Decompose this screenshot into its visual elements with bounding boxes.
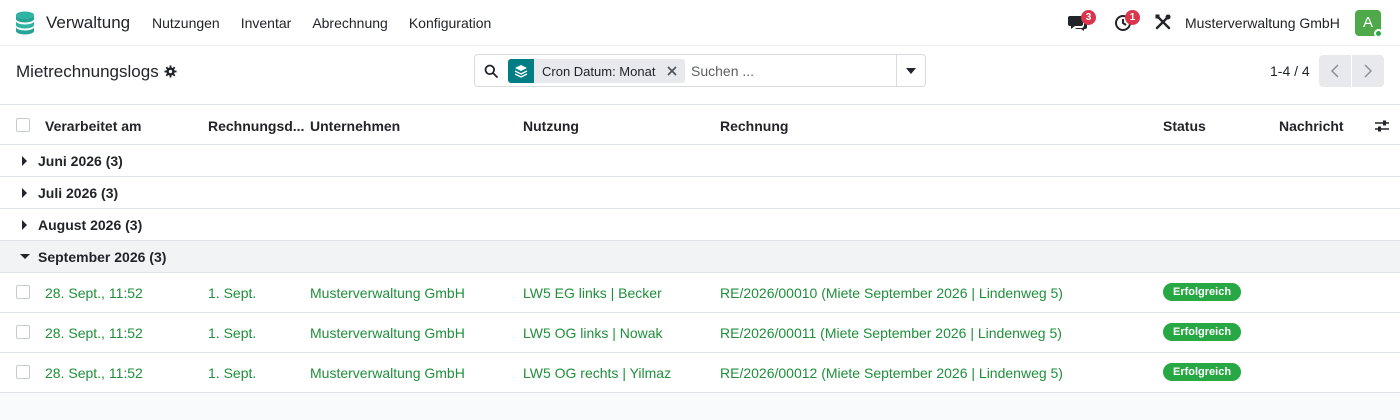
page-title: Mietrechnungslogs bbox=[16, 62, 159, 81]
table-row[interactable]: 28. Sept., 11:52 1. Sept. Musterverwaltu… bbox=[0, 273, 1400, 313]
invoice-cell: RE/2026/00010 (Miete September 2026 | Li… bbox=[720, 285, 1063, 301]
menu-item-konfiguration[interactable]: Konfiguration bbox=[409, 15, 492, 31]
usage-cell: LW5 EG links | Becker bbox=[523, 285, 662, 301]
company-cell: Musterverwaltung GmbH bbox=[310, 325, 465, 341]
caret-down-icon bbox=[906, 67, 916, 74]
group-label: August 2026 (3) bbox=[38, 217, 143, 233]
status-badge: Erfolgreich bbox=[1163, 363, 1242, 381]
column-header-message[interactable]: Nachricht bbox=[1279, 118, 1344, 134]
table-row[interactable]: 28. Sept., 11:52 1. Sept. Musterverwaltu… bbox=[0, 313, 1400, 353]
app-name[interactable]: Verwaltung bbox=[46, 13, 130, 33]
invoice-date-cell: 1. Sept. bbox=[208, 325, 257, 341]
database-stack-icon[interactable] bbox=[14, 11, 36, 35]
list-view: Verarbeitet am Rechnungsd... Unternehmen… bbox=[0, 104, 1400, 393]
row-checkbox[interactable] bbox=[16, 365, 30, 379]
company-switcher[interactable]: Musterverwaltung GmbH bbox=[1185, 15, 1340, 31]
company-cell: Musterverwaltung GmbH bbox=[310, 285, 465, 301]
column-header-status[interactable]: Status bbox=[1163, 118, 1206, 134]
top-navbar: Verwaltung Nutzungen Inventar Abrechnung… bbox=[0, 0, 1400, 46]
column-header-company[interactable]: Unternehmen bbox=[310, 118, 400, 134]
group-row-august[interactable]: August 2026 (3) bbox=[0, 209, 1400, 241]
group-label: Juni 2026 (3) bbox=[38, 153, 123, 169]
optional-columns-icon[interactable] bbox=[1374, 118, 1390, 134]
menu-item-nutzungen[interactable]: Nutzungen bbox=[152, 15, 220, 31]
group-row-juli[interactable]: Juli 2026 (3) bbox=[0, 177, 1400, 209]
processed-cell: 28. Sept., 11:52 bbox=[45, 365, 143, 381]
row-checkbox[interactable] bbox=[16, 285, 30, 299]
chevron-right-icon bbox=[1364, 64, 1372, 78]
invoice-cell: RE/2026/00011 (Miete September 2026 | Li… bbox=[720, 325, 1062, 341]
chevron-left-icon bbox=[1331, 64, 1339, 78]
invoice-date-cell: 1. Sept. bbox=[208, 365, 257, 381]
layers-icon bbox=[508, 59, 534, 83]
column-header-invoice[interactable]: Rechnung bbox=[720, 118, 788, 134]
caret-right-icon bbox=[22, 220, 27, 230]
column-header-usage[interactable]: Nutzung bbox=[523, 118, 579, 134]
group-row-september[interactable]: September 2026 (3) bbox=[0, 241, 1400, 273]
status-badge: Erfolgreich bbox=[1163, 283, 1242, 301]
group-label: Juli 2026 (3) bbox=[38, 185, 119, 201]
caret-right-icon bbox=[22, 188, 27, 198]
invoice-cell: RE/2026/00012 (Miete September 2026 | Li… bbox=[720, 365, 1063, 381]
tools-icon[interactable] bbox=[1154, 13, 1172, 31]
search-bar: Cron Datum: Monat bbox=[474, 54, 926, 87]
group-row-juni[interactable]: Juni 2026 (3) bbox=[0, 145, 1400, 177]
usage-cell: LW5 OG rechts | Yilmaz bbox=[523, 365, 672, 381]
online-status-dot bbox=[1374, 29, 1383, 38]
activities-count-badge: 1 bbox=[1125, 10, 1140, 25]
column-header-processed[interactable]: Verarbeitet am bbox=[45, 118, 142, 134]
caret-down-icon bbox=[20, 254, 30, 259]
table-row[interactable]: 28. Sept., 11:52 1. Sept. Musterverwaltu… bbox=[0, 353, 1400, 393]
search-input[interactable] bbox=[691, 61, 891, 81]
pager-previous-button[interactable] bbox=[1319, 55, 1351, 87]
facet-label: Cron Datum: Monat bbox=[542, 63, 656, 79]
control-panel: Mietrechnungslogs Cron Datum: Monat Such… bbox=[0, 46, 1400, 104]
status-badge: Erfolgreich bbox=[1163, 323, 1242, 341]
company-cell: Musterverwaltung GmbH bbox=[310, 365, 465, 381]
main-menu: Nutzungen Inventar Abrechnung Konfigurat… bbox=[152, 15, 512, 31]
pager-next-button[interactable] bbox=[1352, 55, 1384, 87]
pager-value[interactable]: 1-4 / 4 bbox=[1270, 63, 1310, 79]
gear-icon[interactable] bbox=[164, 65, 177, 78]
caret-right-icon bbox=[22, 156, 27, 166]
usage-cell: LW5 OG links | Nowak bbox=[523, 325, 663, 341]
invoice-date-cell: 1. Sept. bbox=[208, 285, 257, 301]
group-label: September 2026 (3) bbox=[38, 249, 167, 265]
search-icon[interactable] bbox=[484, 64, 498, 78]
select-all-checkbox[interactable] bbox=[16, 118, 30, 132]
processed-cell: 28. Sept., 11:52 bbox=[45, 325, 143, 341]
table-header: Verarbeitet am Rechnungsd... Unternehmen… bbox=[0, 104, 1400, 145]
search-facet: Cron Datum: Monat bbox=[508, 59, 686, 83]
menu-item-inventar[interactable]: Inventar bbox=[241, 15, 292, 31]
remove-facet-icon[interactable] bbox=[663, 59, 681, 83]
messages-count-badge: 3 bbox=[1081, 10, 1096, 25]
processed-cell: 28. Sept., 11:52 bbox=[45, 285, 143, 301]
row-checkbox[interactable] bbox=[16, 325, 30, 339]
menu-item-abrechnung[interactable]: Abrechnung bbox=[312, 15, 388, 31]
column-header-invoice-date[interactable]: Rechnungsd... bbox=[208, 118, 304, 134]
search-options-toggle[interactable] bbox=[896, 55, 925, 86]
